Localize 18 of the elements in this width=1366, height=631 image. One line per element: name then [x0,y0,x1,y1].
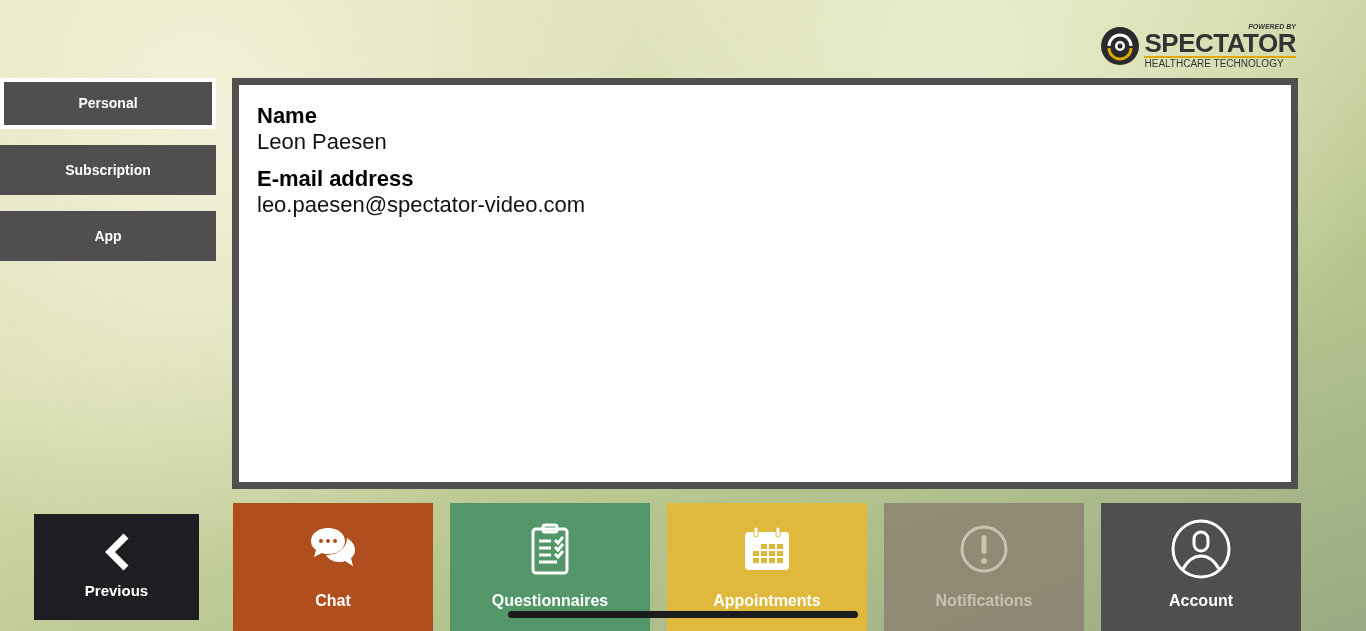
logo-wordmark: SPECTATOR [1144,29,1296,56]
field-value: Leon Paesen [257,129,388,156]
menu-tile[interactable]: Account [1101,503,1301,631]
sidebar-tab[interactable]: Personal [0,78,216,129]
exclamation-circle-icon [959,524,1009,574]
sidebar-tab[interactable]: App [0,211,216,261]
logo-icon [1100,25,1141,66]
calendar-icon [743,526,791,572]
logo-subtitle: HEALTHCARE TECHNOLOGY [1144,55,1296,69]
field-label: Name [257,103,318,130]
previous-button[interactable]: Previous [34,514,199,620]
field-label: E-mail address [257,165,415,193]
field-value: leo.paesen@spectator-video.com [257,192,587,219]
menu-tile[interactable]: Chat [233,503,433,631]
clipboard-checklist-icon [529,523,571,575]
sidebar-tab[interactable]: Subscription [0,145,216,195]
menu-tile[interactable]: Questionnaires [450,503,650,631]
user-circle-icon [1171,519,1231,579]
